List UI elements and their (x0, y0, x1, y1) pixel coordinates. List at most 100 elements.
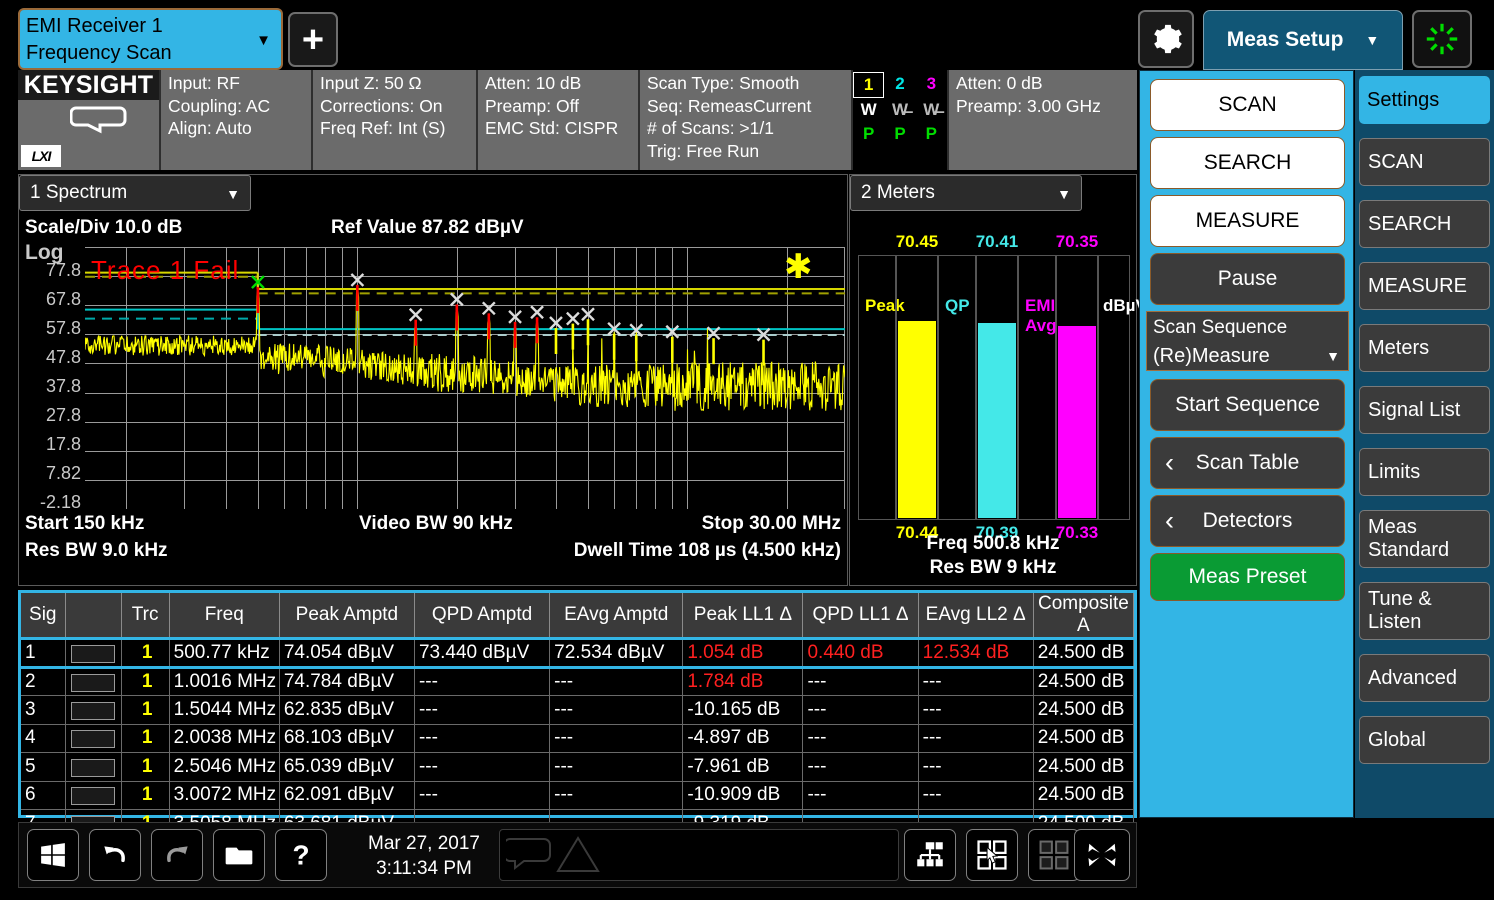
video-bw-label[interactable]: Video BW 90 kHz (359, 513, 513, 535)
chevron-down-icon[interactable]: ▼ (226, 177, 240, 211)
trace-status-cell[interactable]: 1 2 3 W W̶ W̶ P P P (853, 70, 949, 170)
col-trc[interactable]: Trc (121, 593, 169, 639)
trace-color-swatch (71, 730, 115, 748)
table-row[interactable]: 11500.77 kHz74.054 dBµV73.440 dBµV72.534… (21, 639, 1134, 668)
redo-button[interactable] (151, 829, 203, 881)
menu-item-advanced[interactable]: Advanced (1359, 654, 1490, 702)
trace-number-1[interactable]: 1 (853, 72, 884, 98)
chevron-down-icon[interactable]: ▼ (1057, 177, 1071, 211)
network-button[interactable] (904, 829, 956, 881)
dwell-time-label[interactable]: Dwell Time 108 µs (4.500 kHz) (574, 540, 841, 562)
cell-trace-swatch[interactable] (65, 781, 121, 810)
col-swatch[interactable] (65, 593, 121, 639)
table-row[interactable]: 412.0038 MHz68.103 dBµV-------4.897 dB--… (21, 724, 1134, 753)
touch-select-button[interactable] (966, 829, 1018, 881)
ref-value-label[interactable]: Ref Value 87.82 dBµV (331, 217, 524, 239)
meas-preset-button[interactable]: Meas Preset (1150, 553, 1345, 601)
table-row[interactable]: 512.5046 MHz65.039 dBµV-------7.961 dB--… (21, 753, 1134, 782)
cell-freq: 1.5044 MHz (169, 696, 279, 725)
menu-item-meas-standard[interactable]: MeasStandard (1359, 510, 1490, 568)
cell-qpd-ll1: 0.440 dB (803, 639, 918, 668)
cell-trace-swatch[interactable] (65, 696, 121, 725)
add-tab-button[interactable]: + (288, 12, 338, 67)
scan-line-4: Trig: Free Run (647, 140, 844, 163)
cell-freq: 500.77 kHz (169, 639, 279, 668)
menu-item-settings[interactable]: Settings (1359, 76, 1490, 124)
folder-button[interactable] (213, 829, 265, 881)
stop-freq-label[interactable]: Stop 30.00 MHz (702, 513, 841, 535)
meters-res-bw-label[interactable]: Res BW 9 kHz (850, 557, 1136, 579)
col-sig[interactable]: Sig (21, 593, 65, 639)
menu-item-scan[interactable]: SCAN (1359, 138, 1490, 186)
spectrum-plot-area[interactable] (85, 247, 845, 509)
settings-gear-button[interactable] (1138, 10, 1194, 68)
col-composite[interactable]: Composite A (1033, 593, 1133, 639)
chevron-left-icon: ‹ (1165, 448, 1174, 479)
col-qpd-ll1[interactable]: QPD LL1 Δ (803, 593, 918, 639)
meters-view-selector[interactable]: 2 Meters ▼ (850, 175, 1082, 211)
menu-item-label: Tune & Listen (1368, 588, 1489, 634)
menu-item-global[interactable]: Global (1359, 716, 1490, 764)
table-row[interactable]: 211.0016 MHz74.784 dBµV------1.784 dB---… (21, 667, 1134, 696)
start-freq-label[interactable]: Start 150 kHz (25, 513, 144, 535)
cell-trace-swatch[interactable] (65, 724, 121, 753)
undo-button[interactable] (89, 829, 141, 881)
mode-tab-emi-receiver[interactable]: EMI Receiver 1 Frequency Scan ▼ (18, 8, 283, 70)
grid-layout-button[interactable] (1028, 829, 1080, 881)
menu-item-limits[interactable]: Limits (1359, 448, 1490, 496)
col-freq[interactable]: Freq (169, 593, 279, 639)
input-settings-cell[interactable]: Input: RF Coupling: AC Align: Auto (161, 70, 313, 170)
pause-button[interactable]: Pause (1150, 253, 1345, 305)
search-button[interactable]: SEARCH (1150, 137, 1345, 189)
spectrum-view-selector[interactable]: 1 Spectrum ▼ (19, 175, 251, 211)
impedance-settings-cell[interactable]: Input Z: 50 Ω Corrections: On Freq Ref: … (313, 70, 478, 170)
meter-label-peak: Peak (865, 296, 889, 316)
help-button[interactable]: ? (275, 829, 327, 881)
cell-trace-swatch[interactable] (65, 753, 121, 782)
cell-freq: 2.5046 MHz (169, 753, 279, 782)
chevron-down-icon[interactable]: ▼ (1326, 348, 1340, 364)
scan-button[interactable]: SCAN (1150, 79, 1345, 131)
network-icon (913, 838, 947, 872)
cell-trace-swatch[interactable] (65, 667, 121, 696)
measure-button[interactable]: MEASURE (1150, 195, 1345, 247)
fullscreen-button[interactable] (1074, 829, 1130, 881)
detectors-button[interactable]: ‹ Detectors (1150, 495, 1345, 547)
signal-list-table[interactable]: Sig Trc Freq Peak Amptd QPD Amptd EAvg A… (18, 590, 1137, 818)
meas-setup-tab[interactable]: Meas Setup ▼ (1203, 10, 1403, 70)
meter-bar-col-emiavg[interactable] (1056, 255, 1098, 520)
busy-indicator-button[interactable] (1412, 10, 1472, 68)
table-row[interactable]: 311.5044 MHz62.835 dBµV-------10.165 dB-… (21, 696, 1134, 725)
meters-freq-label[interactable]: Freq 500.8 kHz (850, 533, 1136, 555)
trace-number-3[interactable]: 3 (916, 72, 947, 98)
cell-qpd-amptd: 73.440 dBµV (414, 639, 549, 668)
atten-settings-cell[interactable]: Atten: 10 dB Preamp: Off EMC Std: CISPR (478, 70, 640, 170)
col-eavg[interactable]: EAvg Amptd (550, 593, 683, 639)
scan-table-button[interactable]: ‹ Scan Table (1150, 437, 1345, 489)
meter-bar-col-qp[interactable] (976, 255, 1018, 520)
cell-trace-swatch[interactable] (65, 639, 121, 668)
table-row[interactable]: 613.0072 MHz62.091 dBµV-------10.909 dB-… (21, 781, 1134, 810)
scan-settings-cell[interactable]: Scan Type: Smooth Seq: RemeasCurrent # o… (640, 70, 853, 170)
res-bw-label[interactable]: Res BW 9.0 kHz (25, 540, 168, 562)
trace-number-2[interactable]: 2 (884, 72, 915, 98)
windows-start-button[interactable] (27, 829, 79, 881)
chevron-down-icon[interactable]: ▼ (256, 32, 271, 49)
menu-item-measure[interactable]: MEASURE (1359, 262, 1490, 310)
annotation-strip[interactable] (499, 829, 899, 881)
start-sequence-button[interactable]: Start Sequence (1150, 379, 1345, 431)
menu-item-search[interactable]: SEARCH (1359, 200, 1490, 248)
col-eavg-ll2[interactable]: EAvg LL2 Δ (918, 593, 1033, 639)
menu-item-meters[interactable]: Meters (1359, 324, 1490, 372)
col-peak[interactable]: Peak Amptd (279, 593, 414, 639)
meter-bar-col-peak[interactable] (896, 255, 938, 520)
preamp-settings-cell[interactable]: Atten: 0 dB Preamp: 3.00 GHz (949, 70, 1135, 170)
chevron-down-icon[interactable]: ▼ (1365, 32, 1379, 48)
scan-sequence-dropdown[interactable]: Scan Sequence (Re)Measure ▼ (1146, 311, 1349, 371)
col-peak-ll1[interactable]: Peak LL1 Δ (683, 593, 803, 639)
scale-per-div-label[interactable]: Scale/Div 10.0 dB (25, 217, 182, 239)
menu-item-signal-list[interactable]: Signal List (1359, 386, 1490, 434)
col-qpd[interactable]: QPD Amptd (414, 593, 549, 639)
z-line-2: Corrections: On (320, 95, 469, 118)
menu-item-tune-listen[interactable]: Tune & Listen (1359, 582, 1490, 640)
